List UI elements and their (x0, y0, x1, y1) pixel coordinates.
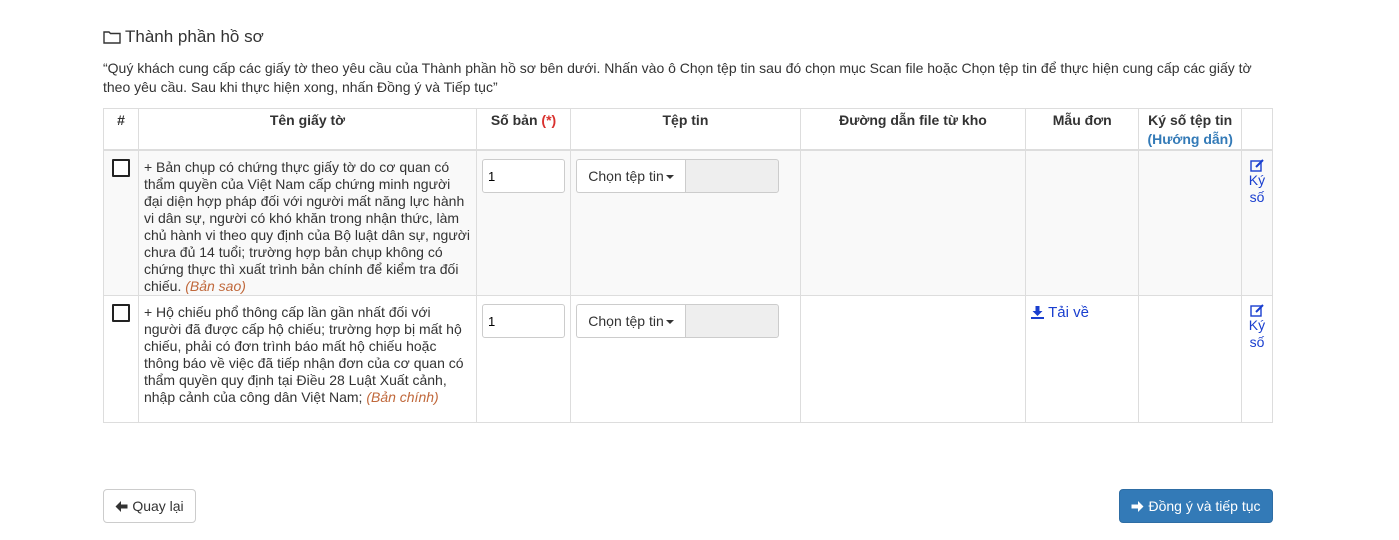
header-name: Tên giấy tờ (137, 108, 478, 151)
instructions-text: “Quý khách cung cấp các giấy tờ theo yêu… (103, 60, 1252, 95)
back-button-label: Quay lại (132, 498, 184, 514)
agree-continue-button[interactable]: Đồng ý và tiếp tục (1119, 489, 1273, 523)
header-form: Mẫu đơn (1025, 108, 1140, 151)
header-file: Tệp tin (570, 108, 801, 151)
sign-file-link[interactable]: Ký số (1247, 304, 1267, 351)
cell-name: + Hộ chiếu phổ thông cấp lần gần nhất đố… (137, 295, 478, 423)
quantity-input[interactable] (482, 159, 566, 193)
row-checkbox[interactable] (112, 304, 130, 322)
download-form-label: Tải về (1048, 304, 1089, 321)
cell-check (103, 149, 139, 296)
download-form-link[interactable]: Tải về (1031, 304, 1089, 321)
cell-file: Chọn tệp tin (570, 149, 801, 296)
choose-file-label: Chọn tệp tin (588, 313, 664, 329)
file-picker: Chọn tệp tin (576, 304, 780, 338)
download-icon (1031, 306, 1045, 319)
cell-action: Ký số (1240, 295, 1274, 423)
page: Thành phần hồ sơ “Quý khách cung cấp các… (0, 0, 1399, 540)
table-header-row: # Tên giấy tờ Số bản (*) Tệp tin Đường d… (103, 108, 1274, 151)
cell-path (799, 149, 1027, 296)
file-picker: Chọn tệp tin (576, 159, 780, 193)
file-name-field (685, 304, 780, 338)
cell-form (1025, 149, 1140, 296)
cell-sign (1138, 149, 1242, 296)
required-marker: (*) (541, 112, 557, 128)
caret-down-icon (665, 175, 674, 179)
back-button[interactable]: Quay lại (103, 489, 196, 523)
header-sign-label: Ký số tệp tin (1148, 112, 1233, 128)
cell-action: Ký số (1240, 149, 1274, 296)
cell-sign (1138, 295, 1242, 423)
sign-file-label: Ký số (1248, 172, 1266, 205)
cell-path (799, 295, 1027, 423)
folder-icon (103, 31, 121, 44)
header-qty-label: Số bản (490, 112, 538, 128)
agree-continue-label: Đồng ý và tiếp tục (1148, 498, 1261, 514)
header-sign: Ký số tệp tin (Hướng dẫn) (1138, 108, 1242, 151)
table-row: + Hộ chiếu phổ thông cấp lần gần nhất đố… (103, 295, 1274, 423)
arrow-right-icon (1131, 500, 1144, 512)
file-name-field (685, 159, 780, 193)
sign-file-link[interactable]: Ký số (1247, 159, 1267, 206)
quantity-input[interactable] (482, 304, 566, 338)
choose-file-button[interactable]: Chọn tệp tin (576, 159, 686, 193)
documents-table: # Tên giấy tờ Số bản (*) Tệp tin Đường d… (103, 108, 1274, 423)
table-row: + Bản chụp có chứng thực giấy tờ do cơ q… (103, 149, 1274, 296)
copy-type-label: (Bản sao) (185, 278, 246, 294)
caret-down-icon (665, 320, 674, 324)
header-path: Đường dẫn file từ kho (799, 108, 1027, 151)
header-qty: Số bản (*) (476, 108, 572, 151)
cell-check (103, 295, 139, 423)
edit-icon (1250, 159, 1264, 172)
arrow-left-icon (115, 500, 128, 512)
document-name: + Bản chụp có chứng thực giấy tờ do cơ q… (143, 159, 470, 294)
section-title-text: Thành phần hồ sơ (125, 27, 264, 46)
edit-icon (1250, 304, 1264, 317)
cell-qty (476, 295, 572, 423)
cell-form: Tải về (1025, 295, 1140, 423)
sign-file-label: Ký số (1248, 317, 1266, 350)
copy-type-label: (Bản chính) (366, 389, 439, 405)
header-index: # (103, 108, 139, 151)
section-title: Thành phần hồ sơ (103, 27, 264, 47)
sign-guide-link[interactable]: (Hướng dẫn) (1147, 131, 1232, 147)
cell-file: Chọn tệp tin (570, 295, 801, 423)
header-action (1240, 108, 1274, 151)
choose-file-button[interactable]: Chọn tệp tin (576, 304, 686, 338)
choose-file-label: Chọn tệp tin (588, 168, 664, 184)
cell-qty (476, 149, 572, 296)
cell-name: + Bản chụp có chứng thực giấy tờ do cơ q… (137, 149, 478, 296)
row-checkbox[interactable] (112, 159, 130, 177)
